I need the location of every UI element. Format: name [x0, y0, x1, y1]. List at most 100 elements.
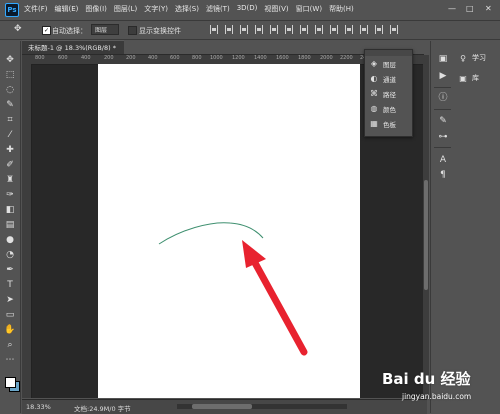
- ruler-label: 2200: [340, 55, 353, 61]
- vertical-scroll-thumb[interactable]: [424, 180, 428, 290]
- history-brush-icon[interactable]: ✑: [4, 190, 16, 201]
- document-canvas[interactable]: [98, 64, 360, 398]
- panel-item-layers[interactable]: ◈ 图层: [369, 57, 411, 70]
- auto-select-dropdown[interactable]: 图层: [91, 24, 119, 35]
- gradient-tool-icon[interactable]: ▤: [4, 220, 16, 231]
- channels-icon: ◐: [370, 73, 378, 83]
- paragraph-icon[interactable]: ¶: [437, 169, 449, 181]
- align-bottom-icon[interactable]: [240, 25, 248, 34]
- ruler-label: 800: [35, 55, 45, 61]
- distribute-top-icon[interactable]: [300, 25, 308, 34]
- distribute-bottom-icon[interactable]: [330, 25, 338, 34]
- menu-edit[interactable]: 编辑(E): [55, 4, 79, 14]
- photoshop-window: Ps 文件(F) 编辑(E) 图像(I) 图层(L) 文字(Y) 选择(S) 滤…: [0, 0, 500, 414]
- healing-brush-icon[interactable]: ✚: [4, 145, 16, 156]
- lasso-tool-icon[interactable]: ◌: [4, 85, 16, 96]
- path-select-icon[interactable]: ➤: [4, 295, 16, 306]
- ruler-label: 400: [81, 55, 91, 61]
- hand-tool-icon[interactable]: ✋: [4, 325, 16, 336]
- panel-item-label: 色板: [383, 120, 396, 129]
- foreground-color-swatch[interactable]: [5, 377, 16, 388]
- align-left-icon[interactable]: [255, 25, 263, 34]
- distribute-vcenter-icon[interactable]: [315, 25, 323, 34]
- minimize-button[interactable]: —: [448, 4, 456, 13]
- dock-item-learn[interactable]: ♀ 学习: [458, 51, 500, 65]
- dodge-tool-icon[interactable]: ◔: [4, 250, 16, 261]
- align-top-icon[interactable]: [210, 25, 218, 34]
- menu-window[interactable]: 窗口(W): [296, 4, 322, 14]
- align-icons: [210, 25, 398, 34]
- distribute-hcenter-icon[interactable]: [360, 25, 368, 34]
- marquee-tool-icon[interactable]: ⬚: [4, 70, 16, 81]
- clone-stamp-icon[interactable]: ♜: [4, 175, 16, 186]
- menu-help[interactable]: 帮助(H): [329, 4, 354, 14]
- menu-3d[interactable]: 3D(D): [237, 4, 258, 14]
- zoom-level[interactable]: 18.33%: [26, 403, 51, 411]
- shape-tool-icon[interactable]: ▭: [4, 310, 16, 321]
- watermark-logo-text: Bai du 经验: [382, 370, 471, 388]
- menu-type[interactable]: 文字(Y): [144, 4, 168, 14]
- distribute-right-icon[interactable]: [375, 25, 383, 34]
- ruler-label: 2000: [320, 55, 333, 61]
- menu-image[interactable]: 图像(I): [85, 4, 107, 14]
- menu-filter[interactable]: 滤镜(T): [206, 4, 230, 14]
- right-dock-panel: ♀ 学习 ▣ 库: [454, 41, 500, 413]
- character-icon[interactable]: A: [437, 154, 449, 166]
- menu-file[interactable]: 文件(F): [24, 4, 48, 14]
- right-icon-strip: ▣ ▶ ⓘ ✎ ⊶ A ¶: [430, 41, 455, 413]
- panel-item-label: 通道: [383, 75, 396, 84]
- panel-item-color[interactable]: ◍ 颜色: [369, 102, 411, 115]
- move-tool-icon[interactable]: ✥: [14, 24, 22, 34]
- panel-item-paths[interactable]: ⌘ 路径: [369, 87, 411, 100]
- menu-layer[interactable]: 图层(L): [114, 4, 137, 14]
- align-right-icon[interactable]: [285, 25, 293, 34]
- ruler-label: 1000: [210, 55, 223, 61]
- document-tab[interactable]: 未标题-1 @ 18.3%(RGB/8) *: [22, 40, 124, 54]
- photoshop-logo: Ps: [5, 3, 19, 17]
- ruler-label: 600: [58, 55, 68, 61]
- crop-tool-icon[interactable]: ⌗: [4, 115, 16, 126]
- ruler-label: 400: [148, 55, 158, 61]
- panel-header[interactable]: [365, 50, 412, 56]
- ruler-label: 200: [126, 55, 136, 61]
- panel-item-swatches[interactable]: ▦ 色板: [369, 117, 411, 130]
- maximize-button[interactable]: □: [466, 4, 474, 13]
- eyedropper-icon[interactable]: ⁄: [4, 130, 16, 141]
- more-tools-icon[interactable]: ⋯: [4, 355, 16, 366]
- paths-icon: ⌘: [370, 88, 378, 98]
- align-hcenter-icon[interactable]: [270, 25, 278, 34]
- adjustments-icon[interactable]: ⊶: [437, 131, 449, 143]
- ruler-label: 1200: [232, 55, 245, 61]
- dock-item-library[interactable]: ▣ 库: [458, 71, 500, 85]
- menu-items: 文件(F) 编辑(E) 图像(I) 图层(L) 文字(Y) 选择(S) 滤镜(T…: [24, 4, 354, 14]
- eraser-tool-icon[interactable]: ◧: [4, 205, 16, 216]
- 3d-mode-icon[interactable]: [390, 25, 398, 34]
- library-icon: ▣: [459, 73, 467, 83]
- blur-tool-icon[interactable]: ●: [4, 235, 16, 246]
- document-size-info[interactable]: 文档:24.9M/0 字节: [74, 403, 131, 413]
- show-transform-checkbox[interactable]: [128, 26, 137, 35]
- move-tool-icon[interactable]: ✥: [4, 55, 16, 66]
- brush-settings-icon[interactable]: ✎: [437, 115, 449, 127]
- distribute-left-icon[interactable]: [345, 25, 353, 34]
- zoom-tool-icon[interactable]: ⌕: [4, 340, 16, 351]
- vertical-ruler: [22, 64, 32, 398]
- close-button[interactable]: ✕: [485, 4, 492, 13]
- divider: [434, 87, 451, 88]
- menu-view[interactable]: 视图(V): [264, 4, 288, 14]
- menu-bar: Ps 文件(F) 编辑(E) 图像(I) 图层(L) 文字(Y) 选择(S) 滤…: [0, 0, 500, 21]
- magic-wand-icon[interactable]: ✎: [4, 100, 16, 111]
- panel-item-label: 颜色: [383, 105, 396, 114]
- panel-item-label: 路径: [383, 90, 396, 99]
- align-vcenter-icon[interactable]: [225, 25, 233, 34]
- panel-item-channels[interactable]: ◐ 通道: [369, 72, 411, 85]
- menu-select[interactable]: 选择(S): [175, 4, 199, 14]
- pen-tool-icon[interactable]: ✒: [4, 265, 16, 276]
- type-tool-icon[interactable]: T: [4, 280, 16, 291]
- play-icon[interactable]: ▶: [437, 70, 449, 82]
- history-icon[interactable]: ▣: [437, 53, 449, 65]
- brush-tool-icon[interactable]: ✐: [4, 160, 16, 171]
- info-icon[interactable]: ⓘ: [437, 92, 449, 104]
- horizontal-scroll-thumb[interactable]: [192, 404, 252, 409]
- auto-select-checkbox[interactable]: ✓: [42, 26, 51, 35]
